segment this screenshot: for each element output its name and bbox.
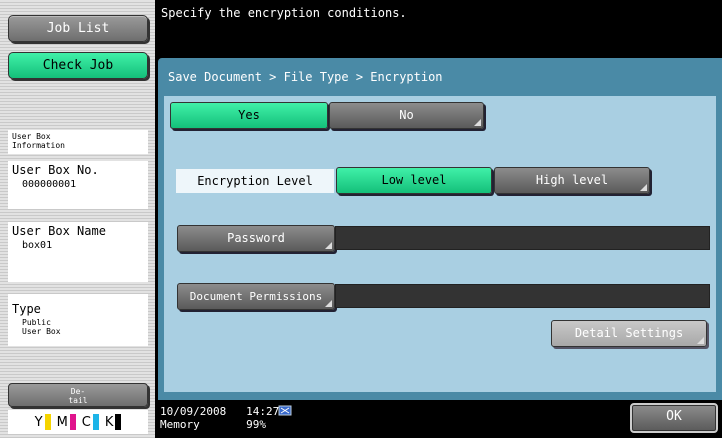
document-permissions-field[interactable] bbox=[335, 284, 710, 308]
user-box-name-label: User Box Name bbox=[12, 224, 106, 238]
type-label: Type bbox=[12, 302, 41, 316]
memory-label: Memory bbox=[160, 418, 200, 431]
user-box-no-label: User Box No. bbox=[12, 163, 99, 177]
corner-mark-icon bbox=[474, 119, 481, 126]
status-bar: 10/09/2008 14:27 Memory 99% bbox=[160, 405, 279, 431]
ok-button[interactable]: OK bbox=[630, 403, 718, 433]
type-card: Type Public User Box bbox=[8, 294, 148, 346]
corner-mark-icon bbox=[325, 242, 332, 249]
user-box-no-card: User Box No. 000000001 bbox=[8, 161, 148, 209]
password-label: Password bbox=[227, 231, 285, 245]
job-list-button[interactable]: Job List bbox=[8, 15, 148, 42]
low-level-label: Low level bbox=[381, 173, 447, 187]
toner-k: K bbox=[105, 414, 122, 430]
high-level-button[interactable]: High level bbox=[494, 167, 650, 194]
status-date: 10/09/2008 bbox=[160, 405, 227, 418]
document-permissions-label: Document Permissions bbox=[189, 290, 323, 303]
corner-mark-icon bbox=[697, 337, 704, 344]
check-job-button[interactable]: Check Job bbox=[8, 52, 148, 79]
detail-button-label: De-tail bbox=[68, 387, 88, 405]
ok-label: OK bbox=[666, 409, 682, 424]
encryption-level-label: Encryption Level bbox=[176, 169, 334, 193]
high-level-label: High level bbox=[535, 173, 609, 187]
user-box-name-value: box01 bbox=[22, 240, 53, 251]
low-level-button[interactable]: Low level bbox=[336, 167, 492, 194]
toner-m: M bbox=[57, 414, 76, 430]
user-box-name-card: User Box Name box01 bbox=[8, 222, 148, 282]
password-button[interactable]: Password bbox=[177, 225, 335, 252]
detail-button[interactable]: De-tail bbox=[8, 383, 148, 407]
instruction-message: Specify the encryption conditions. bbox=[161, 6, 407, 20]
status-time: 14:27 bbox=[246, 405, 280, 418]
yes-button[interactable]: Yes bbox=[170, 102, 328, 129]
user-box-info-label: User Box Information bbox=[12, 132, 65, 150]
type-value: Public User Box bbox=[22, 318, 61, 336]
corner-mark-icon bbox=[640, 184, 647, 191]
no-button[interactable]: No bbox=[329, 102, 484, 129]
toner-levels: Y M C K bbox=[8, 410, 148, 434]
toner-c: C bbox=[82, 414, 99, 430]
user-box-no-value: 000000001 bbox=[22, 179, 77, 190]
detail-settings-button[interactable]: Detail Settings bbox=[551, 320, 707, 347]
memory-value: 99% bbox=[246, 418, 266, 431]
toner-y: Y bbox=[35, 414, 51, 430]
document-permissions-button[interactable]: Document Permissions bbox=[177, 283, 335, 310]
user-box-info-heading: User Box Information bbox=[8, 130, 148, 154]
network-icon bbox=[278, 405, 292, 416]
detail-settings-label: Detail Settings bbox=[574, 326, 684, 340]
left-panel: Job List Check Job User Box Information … bbox=[0, 0, 155, 438]
password-field[interactable] bbox=[335, 226, 710, 250]
breadcrumb: Save Document > File Type > Encryption bbox=[168, 70, 443, 84]
yes-label: Yes bbox=[238, 108, 260, 122]
no-label: No bbox=[399, 108, 414, 122]
corner-mark-icon bbox=[325, 300, 332, 307]
